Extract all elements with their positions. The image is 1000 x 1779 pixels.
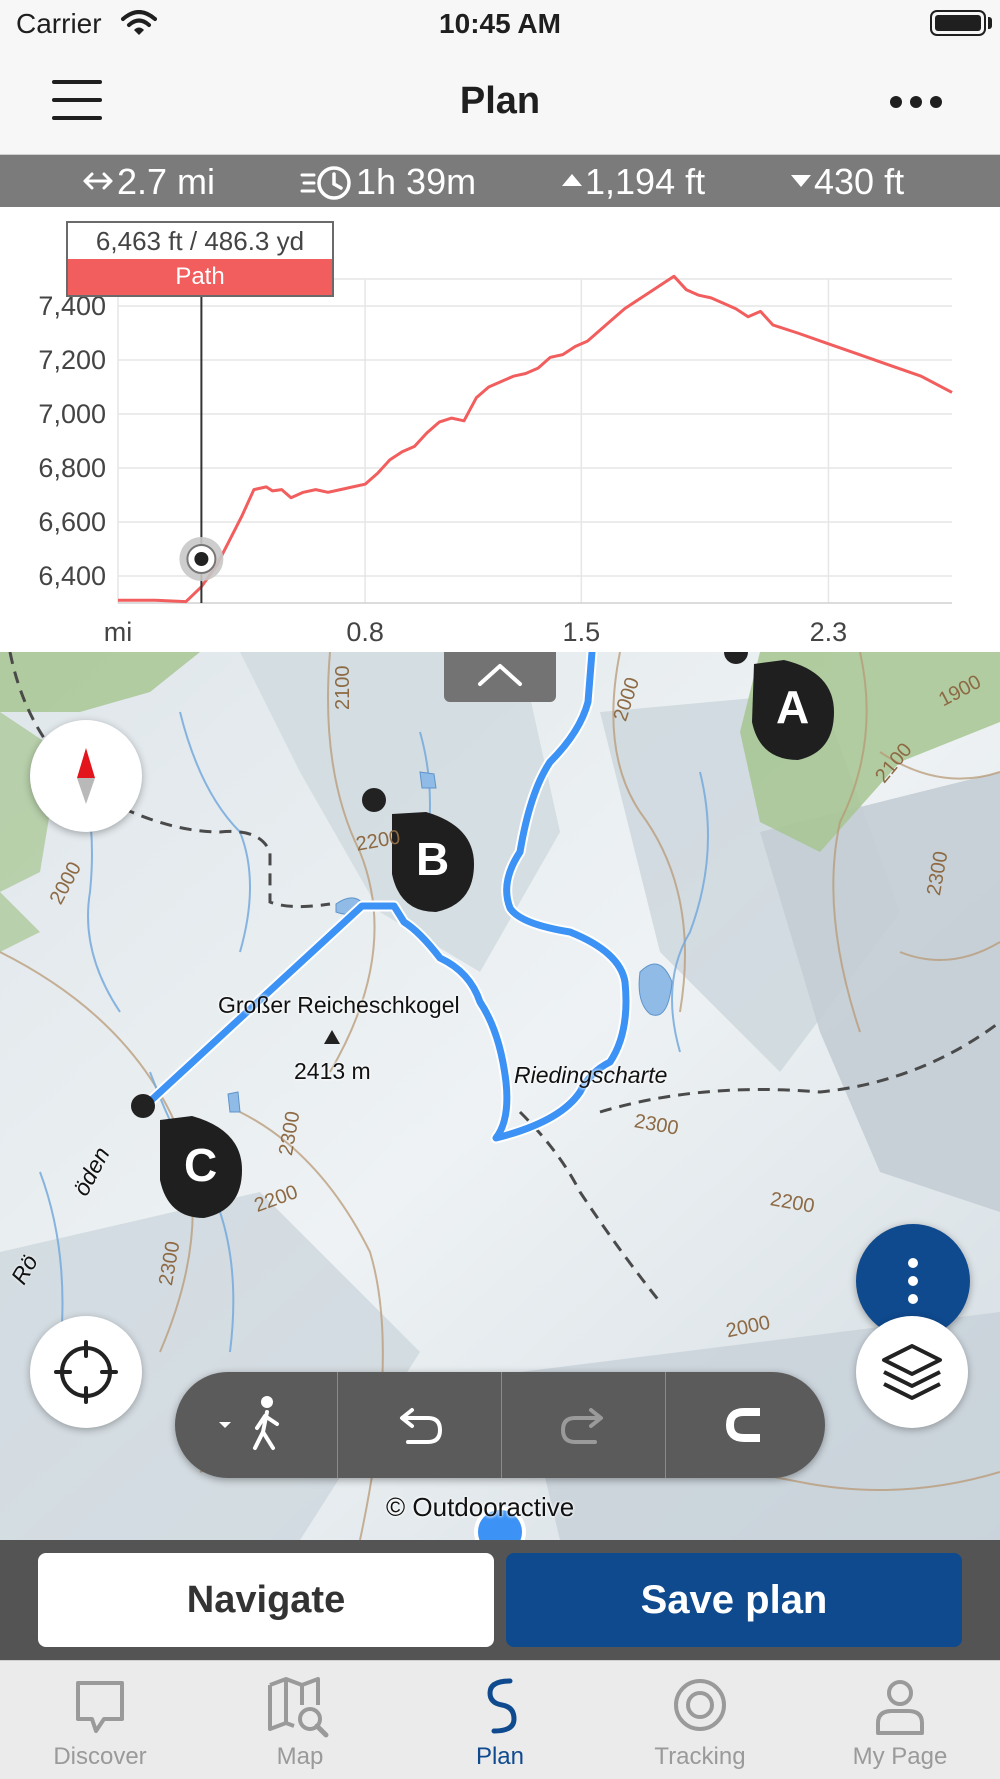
tab-discover[interactable]: Discover [0,1661,200,1779]
person-icon [876,1680,924,1735]
undo-icon [400,1408,443,1444]
activity-mode-button[interactable] [175,1372,337,1478]
tab-tracking[interactable]: Tracking [600,1661,800,1779]
pass-label: Riedingscharte [514,1062,668,1088]
y-tick-label: 7,200 [38,345,106,375]
layers-icon [882,1344,942,1400]
undo-button[interactable] [338,1372,501,1478]
waypoint-c-label[interactable]: C [184,1138,217,1192]
navigation-bar: Plan [0,52,1000,155]
route-icon [487,1678,517,1734]
ascent-icon [562,174,582,186]
elevation-profile[interactable]: 7,4007,2007,0006,8006,6006,400ft0.81.52.… [0,207,1000,652]
contour-label: 2100 [332,665,354,711]
magnet-icon [725,1408,760,1442]
status-bar: Carrier 10:45 AM [0,0,1000,52]
map-search-icon [268,1677,329,1738]
peak-name-label: Großer Reicheschkogel [218,992,460,1018]
tab-label: My Page [852,1743,948,1770]
x-tick-label: 1.5 [563,617,601,647]
map-view[interactable]: A B C 2100 2000 2000 2200 2300 2300 2200… [0,652,1000,1540]
navigate-button[interactable]: Navigate [38,1553,494,1647]
x-tick-label: 2.3 [810,617,848,647]
descent-icon [791,175,811,187]
chevron-up-icon [478,664,522,686]
cursor-point [194,551,209,566]
compass-icon [77,748,95,804]
distance-icon [83,172,113,190]
descent-value: 430 ft [814,161,905,202]
redo-button[interactable] [502,1372,665,1478]
waypoint-b-label[interactable]: B [416,832,449,886]
hiker-icon [219,1396,279,1450]
x-axis-unit: mi [104,617,133,647]
y-tick-label: 7,000 [38,399,106,429]
locate-button[interactable] [30,1316,142,1428]
battery-cap [988,17,992,29]
redo-icon [560,1408,603,1444]
x-tick-label: 0.8 [346,617,384,647]
tab-label: Map [276,1743,324,1770]
tab-my-page[interactable]: My Page [800,1661,1000,1779]
action-bar: Navigate Save plan [0,1540,1000,1660]
planning-toolbar [175,1372,825,1478]
collapse-chart-button[interactable] [444,652,556,702]
tab-map[interactable]: Map [200,1661,400,1779]
clock-time: 10:45 AM [439,8,561,39]
page-title: Plan [459,80,541,122]
tooltip-label: Path [68,259,332,295]
waypoint-a-label[interactable]: A [776,680,809,734]
duration-value: 1h 39m [356,161,477,202]
y-tick-label: 6,400 [38,561,106,591]
y-tick-label: 6,800 [38,453,106,483]
route-stats-bar: 2.7 mi 1h 39m 1,194 ft 430 ft [0,155,1000,207]
y-tick-label: 6,600 [38,507,106,537]
elevation-tooltip: 6,463 ft / 486.3 yd Path [66,221,334,297]
speech-bubble-icon [76,1681,124,1733]
peak-elevation-label: 2413 m [294,1058,371,1084]
tab-label: Tracking [654,1743,746,1770]
snap-to-trail-button[interactable] [666,1372,825,1478]
tab-label: Discover [53,1743,147,1770]
duration-icon [300,166,351,200]
more-options-icon[interactable] [890,96,942,108]
tab-label: Plan [475,1743,525,1770]
tooltip-value: 6,463 ft / 486.3 yd [95,226,305,256]
tab-plan[interactable]: Plan [400,1661,600,1779]
compass-button[interactable] [30,720,142,832]
map-attribution[interactable]: © Outdooractive [386,1492,574,1523]
tracking-icon [674,1679,726,1731]
battery-icon [930,10,986,36]
ascent-value: 1,194 ft [585,161,706,202]
crosshair-icon [54,1340,118,1404]
layers-button[interactable] [856,1316,968,1428]
elevation-line [118,274,953,604]
tab-bar: Discover Map Plan Tracking My Page [0,1660,1000,1779]
save-plan-button[interactable]: Save plan [506,1553,962,1647]
distance-value: 2.7 mi [117,161,216,202]
